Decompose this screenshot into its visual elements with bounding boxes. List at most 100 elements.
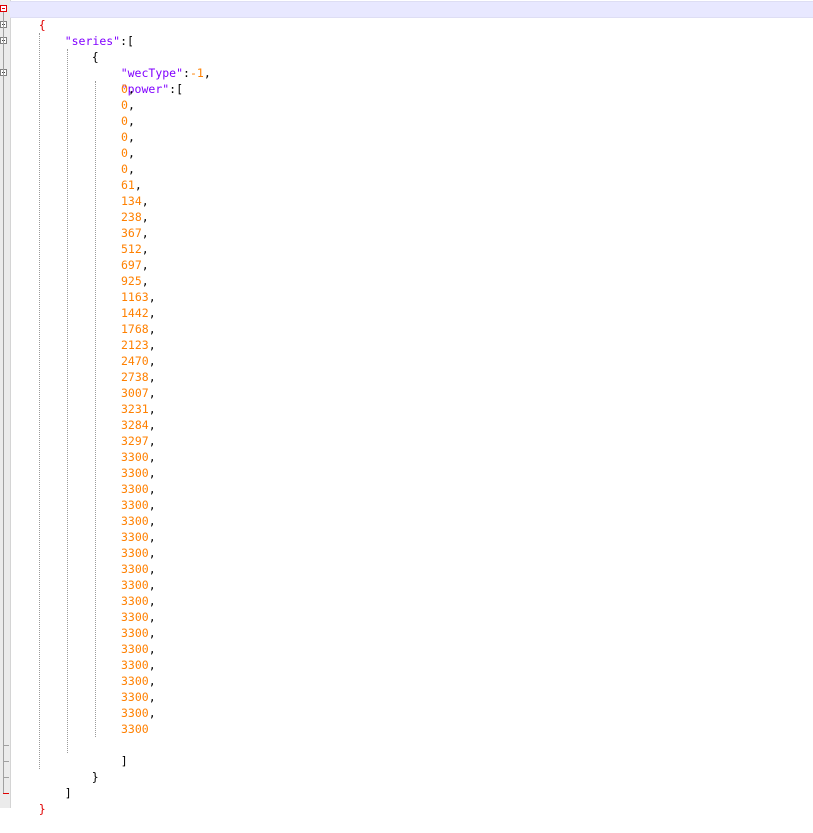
code-editor[interactable]: { "series":[ { "wecType":-1, "power":[ 0…	[0, 0, 813, 816]
power-value-line: 238,	[121, 209, 149, 225]
comma: ,	[148, 530, 156, 544]
comma: ,	[141, 210, 149, 224]
code-line: ]	[37, 769, 72, 800]
power-value: 3300	[121, 562, 149, 576]
power-value-line: 0,	[121, 81, 135, 97]
power-value-line: 3300,	[121, 641, 156, 657]
code-line: }	[64, 753, 99, 784]
power-value: 3300	[121, 482, 149, 496]
power-value-line: 134,	[121, 193, 149, 209]
power-value-line: 3284,	[121, 417, 156, 433]
comma: ,	[148, 402, 156, 416]
fold-margin	[0, 0, 11, 808]
power-value: 1442	[121, 306, 149, 320]
comma: ,	[203, 66, 211, 80]
comma: ,	[148, 594, 156, 608]
power-value: 3300	[121, 642, 149, 656]
comma: ,	[148, 610, 156, 624]
power-value-line: 3300,	[121, 705, 156, 721]
comma: ,	[141, 274, 149, 288]
power-value: 1768	[121, 322, 149, 336]
comma: ,	[134, 178, 142, 192]
comma: ,	[148, 290, 156, 304]
fold-end-marker	[3, 761, 9, 762]
power-value-line: 3300,	[121, 449, 156, 465]
power-value-line: 2123,	[121, 337, 156, 353]
power-value-line: 3300	[121, 721, 149, 737]
comma: ,	[148, 514, 156, 528]
power-array-close: ]	[120, 754, 128, 768]
comma: ,	[148, 642, 156, 656]
root-close-brace: }	[38, 802, 46, 816]
code-line: "power":[	[93, 65, 183, 96]
power-value-line: 0,	[121, 97, 135, 113]
code-line: ]	[93, 737, 128, 768]
power-value-line: 3300,	[121, 529, 156, 545]
power-value-line: 367,	[121, 225, 149, 241]
power-value: 3300	[121, 450, 149, 464]
power-value: 3300	[121, 578, 149, 592]
power-value: 3300	[121, 498, 149, 512]
power-value: 0	[121, 82, 128, 96]
current-line-highlight	[10, 1, 813, 18]
comma: ,	[148, 626, 156, 640]
comma: ,	[141, 194, 149, 208]
power-value-line: 3300,	[121, 689, 156, 705]
power-value-line: 1768,	[121, 321, 156, 337]
power-value-line: 3300,	[121, 465, 156, 481]
comma: ,	[148, 370, 156, 384]
power-value: 2123	[121, 338, 149, 352]
power-value: 0	[121, 162, 128, 176]
array-open: :[	[120, 34, 134, 48]
comma: ,	[148, 354, 156, 368]
code-line: "series":[	[37, 17, 134, 48]
power-value: 3300	[121, 706, 149, 720]
power-value-line: 0,	[121, 113, 135, 129]
power-value-line: 3297,	[121, 433, 156, 449]
power-value: 3300	[121, 546, 149, 560]
comma: ,	[148, 466, 156, 480]
power-value: 3300	[121, 530, 149, 544]
fold-collapse-icon[interactable]	[0, 5, 7, 12]
power-value-line: 0,	[121, 145, 135, 161]
code-line: {	[64, 33, 99, 64]
power-value: 3231	[121, 402, 149, 416]
comma: ,	[141, 242, 149, 256]
comma: ,	[141, 258, 149, 272]
power-value-line: 2470,	[121, 353, 156, 369]
power-value-line: 1163,	[121, 289, 156, 305]
power-value-line: 1442,	[121, 305, 156, 321]
comma: ,	[141, 226, 149, 240]
comma: ,	[127, 162, 135, 176]
comma: ,	[148, 562, 156, 576]
power-value: 0	[121, 98, 128, 112]
power-value: 2470	[121, 354, 149, 368]
power-value: 3300	[121, 594, 149, 608]
indent-guide	[95, 81, 96, 737]
fold-end-marker	[3, 793, 9, 794]
power-value: 697	[121, 258, 142, 272]
comma: ,	[148, 546, 156, 560]
power-value: 3297	[121, 434, 149, 448]
comma: ,	[148, 674, 156, 688]
fold-end-marker	[3, 777, 9, 778]
power-value-line: 3300,	[121, 513, 156, 529]
power-value-line: 697,	[121, 257, 149, 273]
power-value: 3300	[121, 514, 149, 528]
power-value: 3284	[121, 418, 149, 432]
indent-guide	[67, 49, 68, 753]
power-value-line: 3231,	[121, 401, 156, 417]
series-array-close: ]	[64, 786, 72, 800]
fold-range-line	[3, 12, 4, 794]
power-value-line: 2738,	[121, 369, 156, 385]
comma: ,	[148, 306, 156, 320]
comma: ,	[148, 418, 156, 432]
power-value-line: 0,	[121, 161, 135, 177]
power-value-line: 3300,	[121, 593, 156, 609]
power-value: 238	[121, 210, 142, 224]
power-value: 3300	[121, 658, 149, 672]
comma: ,	[148, 386, 156, 400]
comma: ,	[148, 338, 156, 352]
comma: ,	[148, 482, 156, 496]
colon: :	[183, 66, 190, 80]
